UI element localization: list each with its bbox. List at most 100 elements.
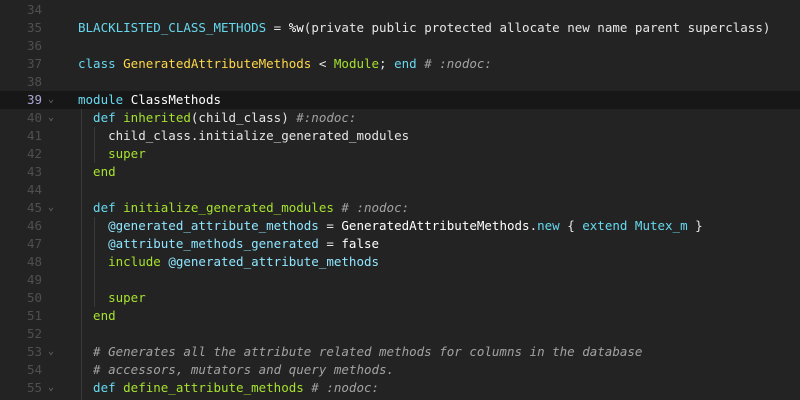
code-line[interactable]: 37 class GeneratedAttributeMethods < Modu… — [0, 55, 800, 73]
code-token: def — [78, 200, 124, 215]
line-number: 44 — [26, 182, 42, 197]
fold-chevron-icon[interactable]: ⌄ — [46, 379, 56, 397]
code-text[interactable]: # accessors, mutators and query methods. — [78, 361, 394, 379]
code-token: module — [78, 92, 131, 107]
code-token: new — [537, 218, 560, 233]
code-text[interactable]: def initialize_generated_modules # :nodo… — [78, 199, 409, 217]
line-number: 49 — [26, 272, 42, 287]
code-token: @generated_attribute_methods — [78, 218, 319, 233]
code-token: def — [78, 110, 124, 125]
code-line[interactable]: 52 — [0, 325, 800, 343]
line-number: 40 — [26, 110, 42, 125]
indent-guide — [94, 217, 95, 307]
code-line[interactable]: 48 include @generated_attribute_methods — [0, 253, 800, 271]
code-line[interactable]: 41 child_class.initialize_generated_modu… — [0, 127, 800, 145]
line-number: 34 — [26, 2, 42, 17]
code-line[interactable]: 42 super — [0, 145, 800, 163]
code-token: initialize_generated_modules — [123, 200, 334, 215]
code-token: @generated_attribute_methods — [168, 254, 380, 269]
code-line[interactable]: 43 end — [0, 163, 800, 181]
code-token: # :nodoc: — [333, 200, 410, 215]
line-number: 36 — [26, 38, 42, 53]
code-text[interactable]: child_class.initialize_generated_modules — [78, 127, 409, 145]
line-number: 43 — [26, 164, 42, 179]
code-token: ClassMethods — [130, 92, 221, 107]
code-line[interactable]: 39 ⌄ module ClassMethods — [0, 91, 800, 109]
code-text[interactable]: module ClassMethods — [78, 91, 221, 109]
code-token: GeneratedAttributeMethods — [341, 218, 530, 233]
code-line[interactable]: 53 ⌄ # Generates all the attribute relate… — [0, 343, 800, 361]
code-token: @attribute_methods_generated — [78, 236, 319, 251]
code-token: child_class.initialize_generated_modules — [78, 128, 410, 143]
code-token: define_attribute_methods — [123, 380, 304, 395]
fold-chevron-icon[interactable]: ⌄ — [46, 91, 56, 109]
code-token: } — [687, 218, 703, 233]
code-text[interactable]: class GeneratedAttributeMethods < Module… — [78, 55, 492, 73]
code-text[interactable]: @attribute_methods_generated = false — [78, 235, 379, 253]
indent-guide — [94, 127, 95, 163]
indent-guide — [81, 109, 82, 400]
code-token: end — [78, 308, 116, 323]
code-token: ; — [379, 56, 395, 71]
code-line[interactable]: 36 — [0, 37, 800, 55]
line-number: 46 — [26, 218, 42, 233]
line-number: 39 — [26, 92, 42, 107]
line-number: 51 — [26, 308, 42, 323]
line-number: 53 — [26, 344, 42, 359]
code-line[interactable]: 40 ⌄ def inherited(child_class) #:nodoc: — [0, 109, 800, 127]
code-text[interactable]: def define_attribute_methods # :nodoc: — [78, 379, 379, 397]
code-line[interactable]: 47 @attribute_methods_generated = false — [0, 235, 800, 253]
code-token: include — [78, 254, 169, 269]
code-token: GeneratedAttributeMethods — [123, 56, 312, 71]
code-token: super — [78, 290, 146, 305]
code-line[interactable]: 50 super — [0, 289, 800, 307]
code-token: < — [311, 56, 334, 71]
code-token: def — [78, 380, 124, 395]
code-text[interactable]: super — [78, 289, 146, 307]
code-token: super — [78, 146, 146, 161]
code-text[interactable]: # Generates all the attribute related me… — [78, 343, 642, 361]
code-token: extend Mutex_m — [582, 218, 688, 233]
line-number: 55 — [26, 380, 42, 395]
code-text[interactable]: end — [78, 163, 116, 181]
line-number: 52 — [26, 326, 42, 341]
code-token: { — [559, 218, 583, 233]
fold-chevron-icon[interactable]: ⌄ — [46, 343, 56, 361]
code-line[interactable]: 38 — [0, 73, 800, 91]
code-line[interactable]: 35 BLACKLISTED_CLASS_METHODS = %w(private… — [0, 19, 800, 37]
line-number: 48 — [26, 254, 42, 269]
code-token: end — [394, 56, 417, 71]
code-line[interactable]: 54 # accessors, mutators and query metho… — [0, 361, 800, 379]
code-text[interactable]: @generated_attribute_methods = Generated… — [78, 217, 703, 235]
code-line[interactable]: 51 end — [0, 307, 800, 325]
code-token: class — [78, 56, 124, 71]
fold-chevron-icon[interactable]: ⌄ — [46, 109, 56, 127]
code-text[interactable]: include @generated_attribute_methods — [78, 253, 379, 271]
code-line[interactable]: 55 ⌄ def define_attribute_methods # :nodo… — [0, 379, 800, 397]
code-token: %w — [288, 20, 304, 35]
code-token: # Generates all the attribute related me… — [78, 344, 643, 359]
code-token: # :nodoc: — [303, 380, 380, 395]
code-token: BLACKLISTED_CLASS_METHODS — [78, 20, 267, 35]
line-number: 54 — [26, 362, 42, 377]
line-number: 47 — [26, 236, 42, 251]
code-text[interactable]: super — [78, 145, 146, 163]
code-line[interactable]: 46 @generated_attribute_methods = Genera… — [0, 217, 800, 235]
code-token: . — [529, 218, 538, 233]
code-editor[interactable]: 34 35 BLACKLISTED_CLASS_METHODS = %w(priva… — [0, 0, 800, 400]
code-text[interactable]: end — [78, 307, 116, 325]
code-line[interactable]: 44 — [0, 181, 800, 199]
line-number: 42 — [26, 146, 42, 161]
code-token: = — [318, 236, 342, 251]
code-token: end — [78, 164, 116, 179]
code-token: = — [318, 218, 342, 233]
code-token: false — [341, 236, 380, 251]
fold-chevron-icon[interactable]: ⌄ — [46, 199, 56, 217]
code-line[interactable]: 49 — [0, 271, 800, 289]
code-text[interactable]: BLACKLISTED_CLASS_METHODS = %w(private p… — [78, 19, 770, 37]
code-text[interactable]: def inherited(child_class) #:nodoc: — [78, 109, 356, 127]
code-token: # accessors, mutators and query methods. — [78, 362, 395, 377]
code-line[interactable]: 45 ⌄ def initialize_generated_modules # :… — [0, 199, 800, 217]
code-line[interactable]: 34 — [0, 1, 800, 19]
line-number: 38 — [26, 74, 42, 89]
